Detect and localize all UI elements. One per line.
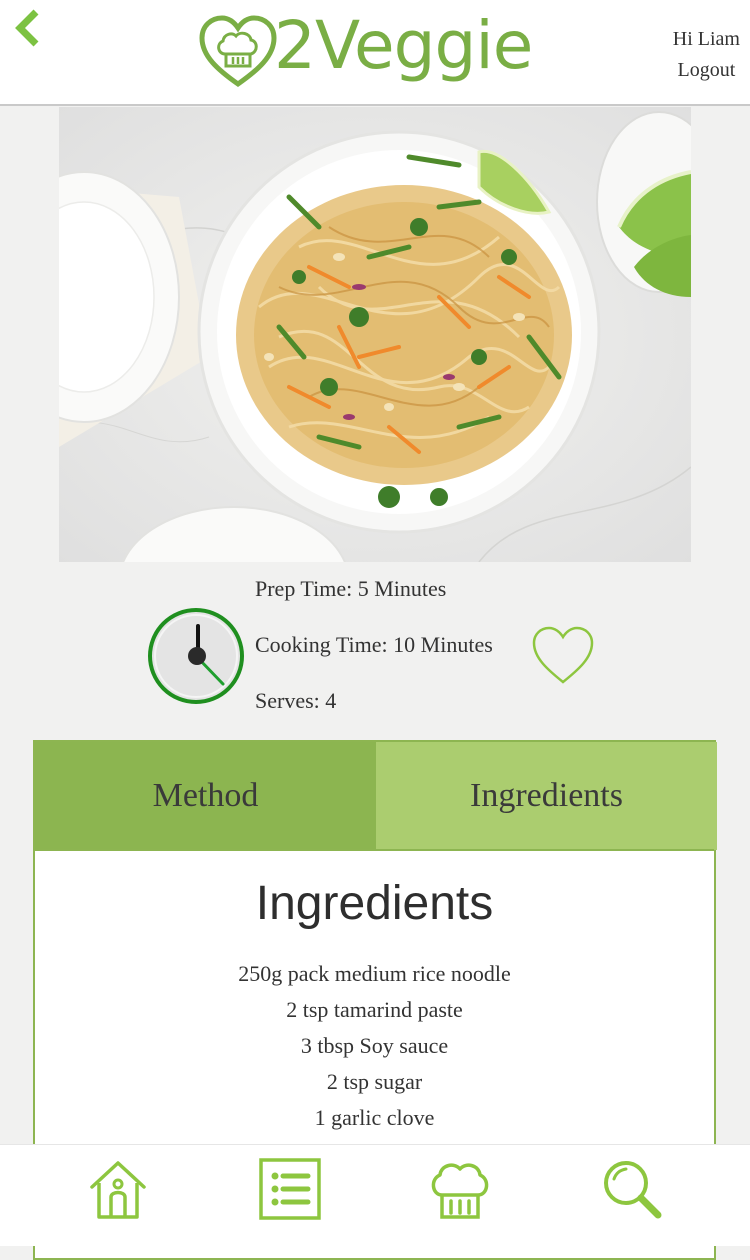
- list-icon: [259, 1158, 321, 1220]
- greeting-text: Hi Liam: [672, 28, 740, 50]
- chevron-left-icon: [15, 9, 39, 47]
- nav-home-button[interactable]: [86, 1157, 150, 1221]
- home-icon: [90, 1161, 146, 1219]
- tab-ingredients[interactable]: Ingredients: [376, 742, 717, 850]
- cooking-time: Cooking Time: 10 Minutes: [255, 632, 493, 657]
- tab-ingredients-label: Ingredients: [470, 777, 623, 814]
- list-item: 1 garlic clove: [314, 1105, 435, 1130]
- list-item: 3 tbsp Soy sauce: [300, 1033, 449, 1058]
- list-item: 250g pack medium rice noodle: [238, 961, 511, 986]
- pad-thai-noodles-photo: [59, 107, 691, 562]
- favorite-button[interactable]: [530, 624, 596, 688]
- user-box: Hi Liam Logout: [673, 24, 740, 86]
- tab-method[interactable]: Method: [35, 742, 376, 850]
- nav-list-button[interactable]: [258, 1157, 322, 1221]
- chef-hat-icon: [431, 1163, 489, 1219]
- serves: Serves: 4: [255, 688, 337, 713]
- list-item: 2 tsp sugar: [326, 1069, 423, 1094]
- app-header: 2Veggie Hi Liam Logout: [0, 0, 750, 106]
- logout-link[interactable]: Logout: [673, 55, 740, 86]
- tab-divider: [35, 849, 714, 851]
- bottom-nav: [0, 1144, 750, 1246]
- heart-chef-hat-icon: [199, 15, 277, 88]
- heart-outline-icon: [532, 626, 594, 684]
- ingredients-list: 250g pack medium rice noodle 2 tsp tamar…: [35, 956, 714, 1136]
- nav-search-button[interactable]: [600, 1157, 664, 1221]
- recipe-image: [59, 107, 691, 562]
- back-button[interactable]: [10, 6, 46, 50]
- prep-time: Prep Time: 5 Minutes: [255, 576, 447, 601]
- search-icon: [604, 1161, 662, 1219]
- nav-recipes-button[interactable]: [428, 1157, 492, 1221]
- logo-text: 2Veggie: [274, 7, 533, 84]
- tab-method-label: Method: [152, 777, 259, 814]
- logo[interactable]: 2Veggie: [198, 7, 558, 92]
- list-item: 2 tsp tamarind paste: [286, 997, 463, 1022]
- clock-icon: [148, 608, 244, 704]
- section-title: Ingredients: [255, 877, 494, 930]
